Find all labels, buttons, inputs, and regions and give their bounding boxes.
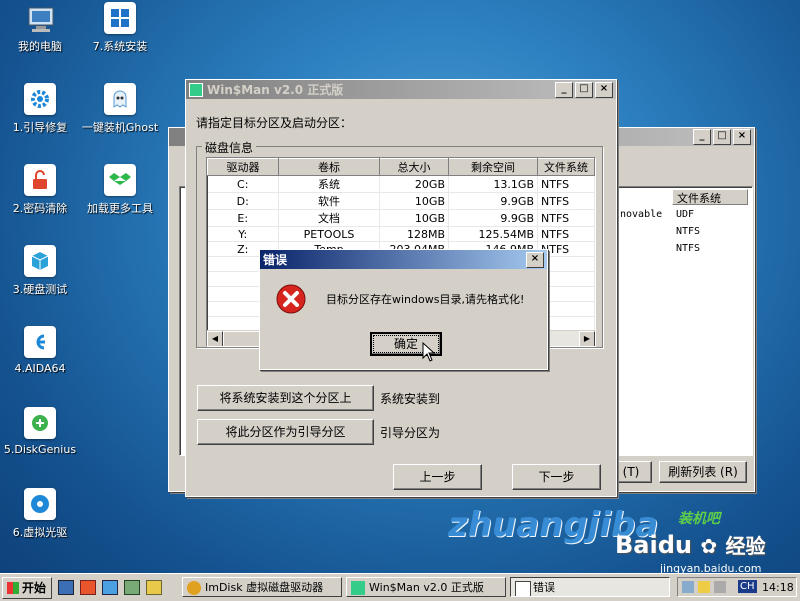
col-free[interactable]: 剩余空间 [448,158,538,176]
desktop-icon-my-computer[interactable]: 我的电脑 [0,2,80,54]
cube-icon [24,245,56,277]
baidu-jingyan-logo: Baidu ✿ 经验 [615,531,766,559]
disk-info-label: 磁盘信息 [202,139,257,156]
system-tray: CH 14:18 [677,577,797,597]
ghost-icon [104,83,136,115]
table-row[interactable]: Y: PETOOLS 128MB 125.54MB NTFS [207,226,595,242]
table-row[interactable]: D: 软件 10GB 9.9GB NTFS [207,192,595,210]
clock[interactable]: 14:18 [762,581,794,594]
quicklaunch-explorer-icon[interactable] [146,580,162,595]
error-message: 目标分区存在windows目录,请先格式化! [326,293,525,306]
desktop-icon-virtual-drive[interactable]: 6.虚拟光驱 [0,488,80,540]
desktop-icon-diskgenius[interactable]: 5.DiskGenius [0,407,80,456]
taskbar-item-winsman[interactable]: Win$Man v2.0 正式版 [346,577,506,597]
aida64-icon [24,326,56,358]
disc-icon [24,488,56,520]
taskbar-item-imdisk[interactable]: ImDisk 虚拟磁盘驱动器 [182,577,342,597]
install-target-label: 系统安装到 [380,392,441,406]
start-button[interactable]: 开始 [2,577,52,599]
error-titlebar[interactable]: 错误 × [260,250,547,269]
next-step-button[interactable]: 下一步 [512,464,601,490]
refresh-list-button[interactable]: 刷新列表 (R) [659,461,747,483]
winsman-title: Win$Man v2.0 正式版 [207,83,344,97]
minimize-button[interactable]: _ [555,81,573,98]
desktop-icon-label: 7.系统安装 [92,40,148,53]
list-header-filesystem[interactable]: 文件系统 [672,189,748,205]
winsman-titlebar[interactable]: Win$Man v2.0 正式版 _ □ × [186,80,616,99]
winsman-icon [351,581,365,595]
col-total[interactable]: 总大小 [379,158,449,176]
maximize-button[interactable]: □ [713,129,731,145]
install-to-partition-button[interactable]: 将系统安装到这个分区上 [197,385,374,411]
quicklaunch-settings-icon[interactable] [124,580,140,595]
tray-volume-icon[interactable] [714,581,726,593]
paw-icon: ✿ [700,534,718,558]
desktop-icon-ghost[interactable]: 一键装机Ghost [80,83,160,135]
error-title: 错误 [263,253,288,267]
ime-indicator[interactable]: CH [738,580,757,593]
partition-prompt: 请指定目标分区及启动分区： [196,116,353,130]
quicklaunch-tool-icon[interactable] [102,580,118,595]
close-button[interactable]: × [595,81,613,98]
app-icon [189,82,203,97]
scroll-left-button[interactable]: ◀ [207,331,223,346]
desktop-icon-label: 一键装机Ghost [81,121,159,134]
desktop-icon-label: 6.虚拟光驱 [12,526,68,539]
maximize-button[interactable]: □ [575,81,593,98]
error-dialog[interactable]: 错误 × 目标分区存在windows目录,请先格式化! 确定 [259,249,548,370]
taskbar: 开始 ImDisk 虚拟磁盘驱动器 Win$Man v2.0 正式版 错误 CH… [0,573,800,601]
boot-target-label: 引导分区为 [380,426,441,440]
set-boot-partition-button[interactable]: 将此分区作为引导分区 [197,419,374,445]
list-row[interactable]: novable UDF [620,209,694,220]
lock-icon [24,164,56,196]
diskgenius-icon [24,407,56,439]
windows-logo-icon [104,2,136,34]
list-row[interactable]: NTFS [676,226,700,237]
desktop-icon-label: 1.引导修复 [12,121,68,134]
gear-icon [24,83,56,115]
error-icon [276,284,306,314]
window-icon [515,581,531,596]
col-label[interactable]: 卷标 [278,158,380,176]
col-fs[interactable]: 文件系统 [537,158,595,176]
desktop-icon-label: 2.密码清除 [12,202,68,215]
quicklaunch-desktop-icon[interactable] [58,580,74,595]
desktop-icon-boot-repair[interactable]: 1.引导修复 [0,83,80,135]
computer-icon [24,2,56,34]
desktop-icon-more-tools[interactable]: 加载更多工具 [80,164,160,216]
taskbar-item-error[interactable]: 错误 [510,577,670,597]
zhuangjiba-cn-watermark: 装机吧 [678,511,720,527]
tray-app-icon[interactable] [682,581,694,593]
dropbox-icon [104,164,136,196]
desktop-icon-system-install[interactable]: 7.系统安装 [80,2,160,54]
minimize-button[interactable]: _ [693,129,711,145]
list-row[interactable]: NTFS [676,243,700,254]
quicklaunch-app-icon[interactable] [80,580,96,595]
close-button[interactable]: × [733,129,751,145]
scroll-right-button[interactable]: ▶ [579,331,595,346]
imdisk-icon [187,581,201,595]
table-row[interactable]: E: 文档 10GB 9.9GB NTFS [207,209,595,227]
desktop-icon-password-clear[interactable]: 2.密码清除 [0,164,80,216]
desktop-icon-label: 加载更多工具 [87,202,153,215]
desktop-icon-label: 3.硬盘测试 [12,283,68,296]
tray-network-icon[interactable] [698,581,710,593]
windows-logo-icon [7,582,19,594]
col-drive[interactable]: 驱动器 [207,158,279,176]
table-row[interactable]: C: 系统 20GB 13.1GB NTFS [207,175,595,193]
desktop-icon-aida64[interactable]: 4.AIDA64 [0,326,80,375]
desktop-icon-label: 4.AIDA64 [14,362,66,375]
desktop-icon-disk-test[interactable]: 3.硬盘测试 [0,245,80,297]
mouse-cursor-icon [422,341,436,365]
desktop-icon-label: 我的电脑 [18,40,62,53]
prev-step-button[interactable]: 上一步 [393,464,482,490]
desktop-icon-label: 5.DiskGenius [3,443,77,456]
close-button[interactable]: × [526,251,544,268]
